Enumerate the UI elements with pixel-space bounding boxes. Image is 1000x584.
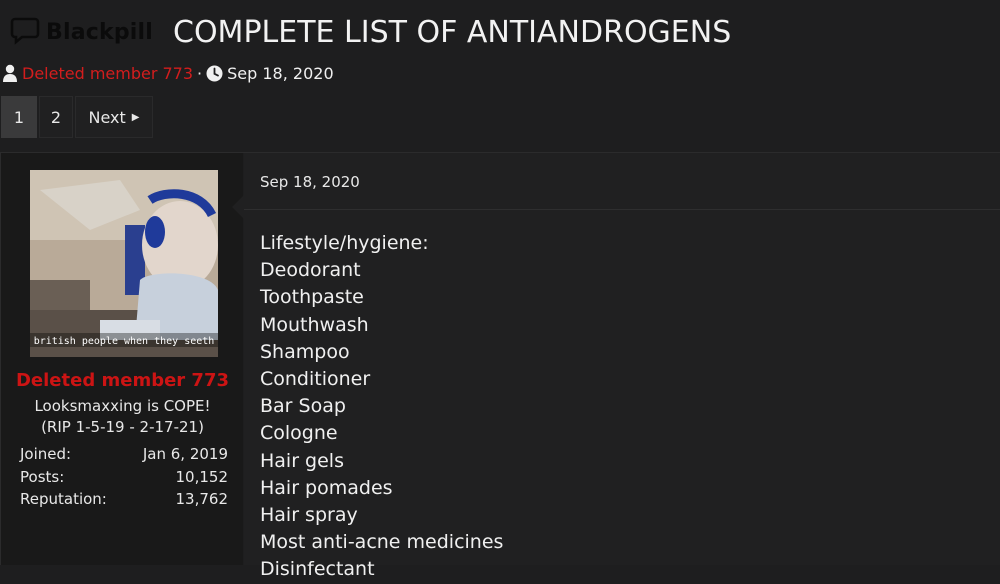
post-body: Lifestyle/hygiene: Deodorant Toothpaste … [260, 230, 503, 584]
post-date[interactable]: Sep 18, 2020 [260, 173, 360, 191]
stat-value: 13,762 [175, 490, 229, 508]
message-arrow [232, 195, 244, 219]
logo-text: Blackpill [46, 19, 153, 45]
page-2-button[interactable]: 2 [39, 96, 73, 138]
stat-reputation: Reputation: 13,762 [20, 490, 228, 508]
site-logo[interactable]: Blackpill [10, 15, 153, 49]
site-header: Blackpill COMPLETE LIST OF ANTIANDROGENS [10, 10, 731, 54]
pagination: 1 2 Next ▶ [1, 96, 155, 138]
stat-posts: Posts: 10,152 [20, 468, 228, 486]
body-line: Hair spray [260, 504, 358, 527]
post-divider [244, 209, 1000, 210]
body-line: Conditioner [260, 368, 371, 391]
thread-date[interactable]: Sep 18, 2020 [227, 64, 334, 83]
post-content: Sep 18, 2020 Lifestyle/hygiene: Deodoran… [232, 153, 1000, 580]
avatar-caption: british people when they seeth [34, 336, 215, 347]
stat-label: Joined: [20, 445, 72, 463]
stat-value: Jan 6, 2019 [142, 445, 228, 463]
body-line: Bar Soap [260, 395, 346, 418]
post: british people when they seeth Deleted m… [0, 152, 1000, 580]
user-title: Looksmaxxing is COPE! (RIP 1-5-19 - 2-17… [34, 397, 211, 436]
body-line: Hair pomades [260, 476, 393, 499]
stat-value: 10,152 [175, 468, 229, 486]
post-username[interactable]: Deleted member 773 [1, 370, 244, 391]
user-icon [2, 64, 18, 82]
body-line: Disinfectant [260, 558, 375, 581]
body-line: Hair gels [260, 449, 344, 472]
caret-right-icon: ▶ [131, 111, 140, 123]
body-line: Cologne [260, 422, 338, 445]
next-page-button[interactable]: Next ▶ [75, 96, 153, 138]
body-line: Shampoo [260, 340, 350, 363]
stat-label: Reputation: [20, 490, 107, 508]
clock-icon [206, 65, 223, 82]
thread-title: COMPLETE LIST OF ANTIANDROGENS [173, 14, 732, 50]
meta-separator: · [197, 63, 203, 83]
stat-label: Posts: [20, 468, 65, 486]
thread-author-link[interactable]: Deleted member 773 [22, 64, 193, 83]
stat-joined: Joined: Jan 6, 2019 [20, 445, 228, 463]
speech-bubble-icon [10, 15, 40, 49]
body-line: Mouthwash [260, 313, 369, 336]
post-user-column: british people when they seeth Deleted m… [0, 153, 243, 565]
avatar[interactable]: british people when they seeth [30, 170, 218, 357]
body-line: Deodorant [260, 259, 361, 282]
thread-meta: Deleted member 773 · Sep 18, 2020 [2, 62, 334, 84]
body-line: Most anti-acne medicines [260, 531, 504, 554]
page-1-button[interactable]: 1 [1, 96, 37, 138]
body-line: Lifestyle/hygiene: [260, 232, 429, 254]
next-label: Next [88, 107, 126, 127]
body-line: Toothpaste [260, 286, 364, 309]
